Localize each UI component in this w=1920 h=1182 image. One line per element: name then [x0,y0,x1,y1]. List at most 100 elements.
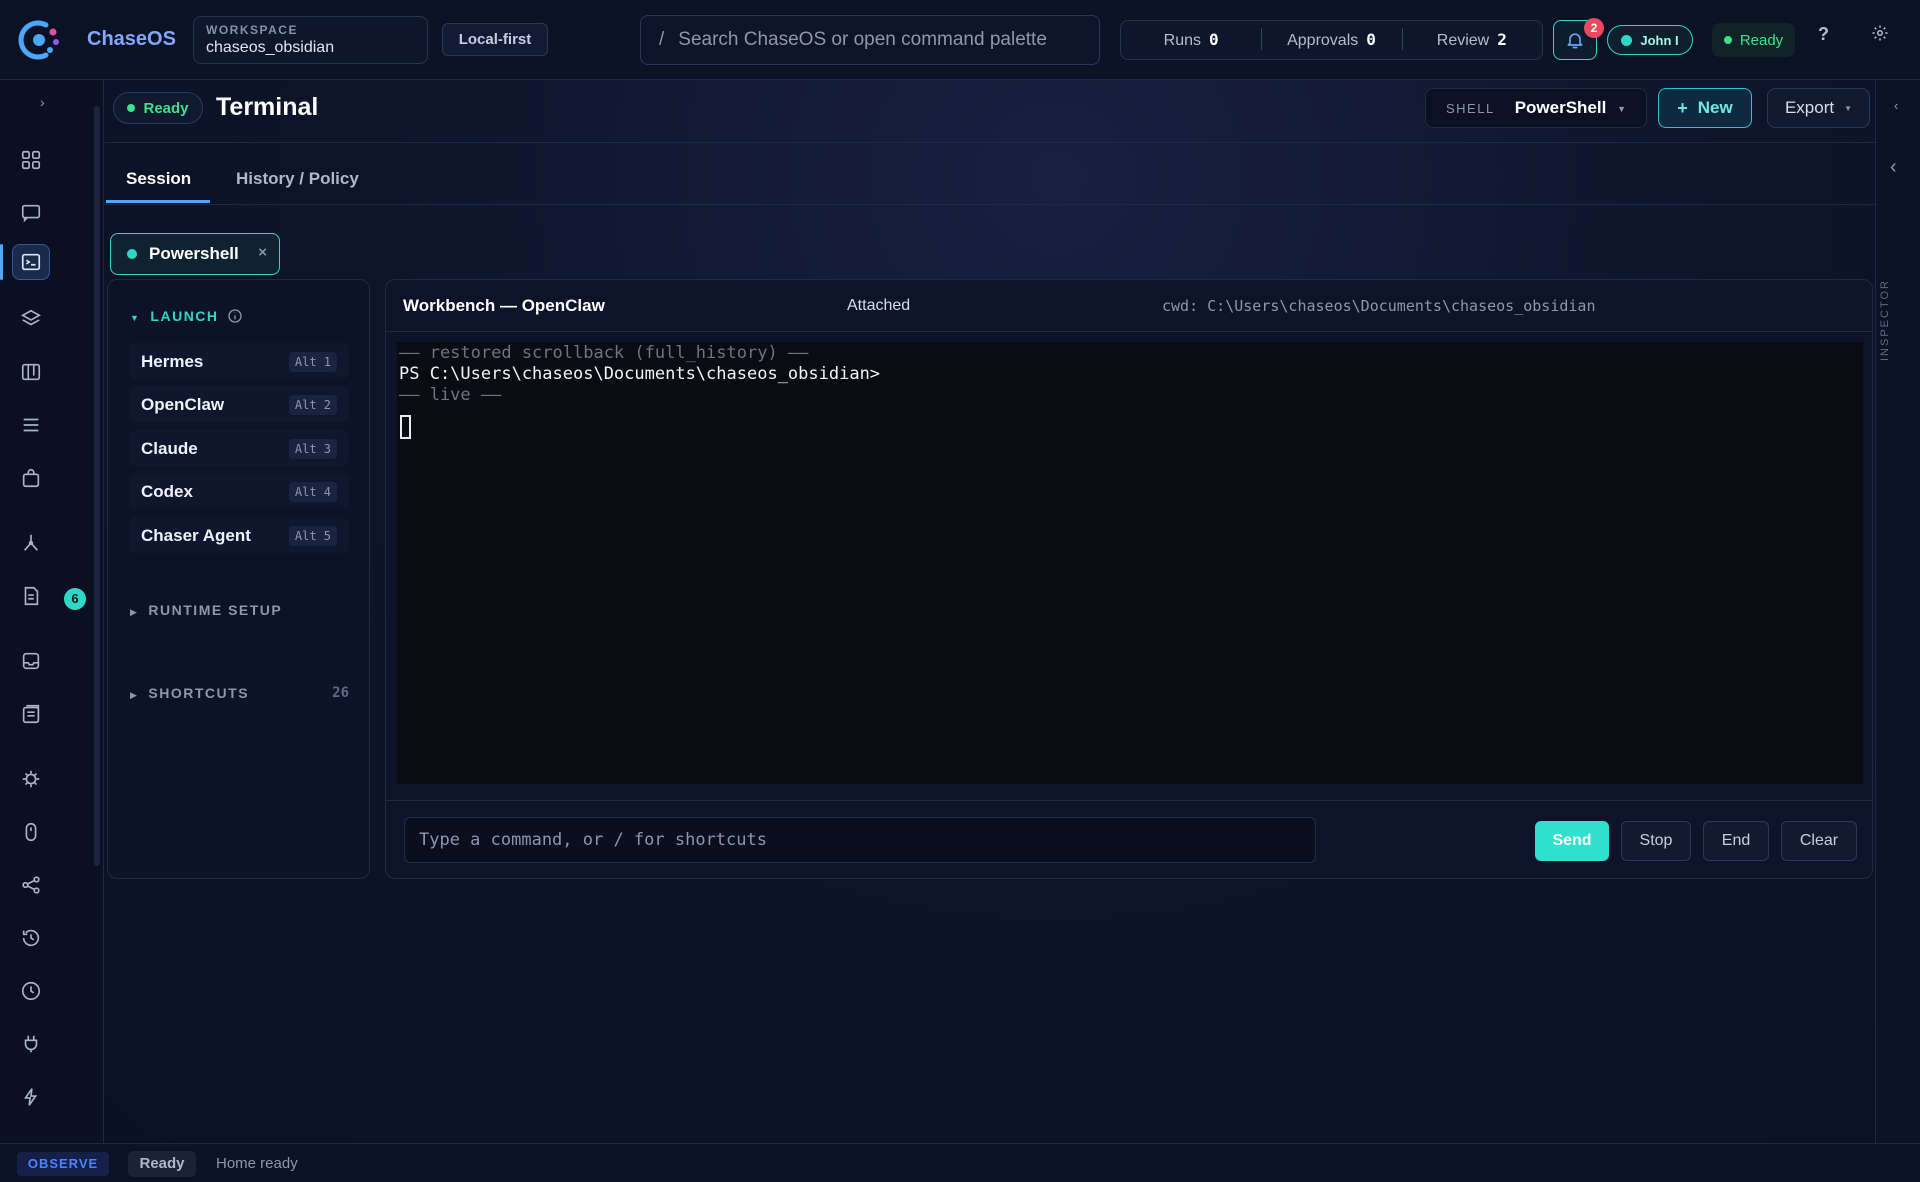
shell-value: PowerShell [1514,98,1607,117]
launch-title: LAUNCH [150,308,219,324]
shortcuts-count: 26 [332,685,349,701]
command-input[interactable]: Type a command, or / for shortcuts [404,817,1316,863]
workspace-selector[interactable]: WORKSPACE chaseos_obsidian [193,16,428,64]
tab-history-policy[interactable]: History / Policy [236,169,359,189]
bag-icon [22,468,40,488]
local-first-pill[interactable]: Local-first [442,23,548,56]
launch-item-chaser-agent[interactable]: Chaser Agent Alt 5 [129,517,349,553]
launch-item-hermes[interactable]: Hermes Alt 1 [129,343,349,379]
launch-item-name: Chaser Agent [141,526,251,545]
user-status-dot [1621,34,1633,46]
rail-scrollbar[interactable] [92,92,100,1132]
rail-plug[interactable] [12,1026,50,1062]
send-button[interactable]: Send [1535,821,1609,861]
rail-notes[interactable] [12,696,50,732]
user-name: John I [1640,32,1679,48]
stat-review-label: Review [1436,32,1490,49]
clear-button[interactable]: Clear [1781,821,1857,861]
mode-badge[interactable]: OBSERVE [17,1152,109,1176]
info-icon[interactable] [227,308,243,324]
collapse-chevron-icon[interactable]: ‹ [1894,98,1898,113]
rail-cpu[interactable] [12,761,50,797]
workspace-name: chaseos_obsidian [206,39,335,56]
shell-select[interactable]: SHELL PowerShell ▼ [1425,88,1647,128]
notifications-button[interactable]: 2 [1553,18,1604,60]
app-name: ChaseOS [87,28,176,50]
rail-inbox[interactable] [12,643,50,679]
terminal-line-scrollback: —— restored scrollback (full_history) —— [399,343,809,363]
cpu-icon [22,770,40,788]
launch-section-header[interactable]: ▼ LAUNCH [130,308,219,324]
status-dot [127,104,136,112]
rail-history[interactable] [12,920,50,956]
tab-bar: Session History / Policy [106,143,1875,205]
rail-board[interactable] [12,354,50,390]
runtime-setup-section-header[interactable]: ▶ RUNTIME SETUP [130,602,282,618]
launch-item-openclaw[interactable]: OpenClaw Alt 2 [129,386,349,422]
bolt-icon [23,1088,38,1106]
terminal-status-badge: Ready [113,92,203,124]
board-icon [21,363,41,381]
chevron-down-icon: ▼ [1617,104,1626,114]
stat-review[interactable]: Review 2 [1401,28,1542,50]
list-icon [23,418,39,432]
clock-icon [21,981,41,1001]
shortcuts-section-header[interactable]: ▶ SHORTCUTS [130,685,249,701]
terminal-output[interactable]: —— restored scrollback (full_history) ——… [397,342,1863,784]
divider [386,800,1872,801]
session-status-dot [127,249,137,259]
user-menu[interactable]: John I [1607,25,1693,55]
launch-item-name: OpenClaw [141,395,225,414]
rail-share[interactable] [12,867,50,903]
tab-session[interactable]: Session [126,169,191,189]
help-icon[interactable]: ? [1818,24,1829,45]
export-button[interactable]: Export ▼ [1767,88,1870,128]
rail-layers[interactable] [12,301,50,337]
launch-item-name: Hermes [141,352,204,371]
launch-item-claude[interactable]: Claude Alt 3 [129,430,349,466]
stat-approvals-value: 0 [1366,30,1376,49]
workspace-label: WORKSPACE [206,23,298,37]
chaseos-logo-icon[interactable] [16,18,62,62]
history-icon [22,929,40,947]
chat-icon [21,204,41,223]
close-icon[interactable]: × [258,244,267,261]
bell-icon [1567,33,1583,49]
new-session-button[interactable]: + New [1658,88,1752,128]
rail-clock[interactable] [12,973,50,1009]
rail-bag[interactable] [12,460,50,496]
plug-icon [24,1035,38,1053]
settings-gear-icon[interactable] [1871,24,1889,42]
stat-approvals-label: Approvals [1287,32,1359,49]
rail-mouse[interactable] [12,814,50,850]
page-title: Terminal [216,93,319,121]
expand-rail-chevron-icon[interactable]: › [40,94,45,110]
rail-bolt[interactable] [12,1079,50,1115]
rail-graph[interactable] [12,525,50,561]
stats-bar: Runs 0 Approvals 0 Review 2 [1120,20,1543,60]
shell-label: SHELL [1446,100,1495,116]
new-button-label: New [1697,98,1733,117]
terminal-cwd: cwd: C:\Users\chaseos\Documents\chaseos_… [1162,297,1596,315]
stat-approvals[interactable]: Approvals 0 [1261,28,1401,50]
layers-icon [21,309,41,326]
footer-message: Home ready [216,1155,298,1172]
shortcut-hint: Alt 2 [288,395,337,415]
rail-terminal[interactable] [12,244,50,280]
stop-button[interactable]: Stop [1621,821,1691,861]
rail-dashboard[interactable] [12,142,50,178]
terminal-header: Workbench — OpenClaw Attached cwd: C:\Us… [386,280,1872,332]
session-tab-powershell[interactable]: Powershell × [110,233,280,275]
stat-runs-label: Runs [1163,32,1202,49]
stat-runs[interactable]: Runs 0 [1121,30,1261,50]
end-button[interactable]: End [1703,821,1769,861]
rail-list[interactable] [12,407,50,443]
search-input[interactable]: / Search ChaseOS or open command palette [640,15,1100,65]
launch-item-codex[interactable]: Codex Alt 4 [129,473,349,509]
system-status-badge: Ready [1712,23,1795,57]
stat-review-value: 2 [1497,30,1507,49]
rail-chat[interactable] [12,195,50,231]
notification-count-badge: 2 [1584,18,1604,38]
rail-document[interactable] [12,578,50,614]
inspector-toggle-chevron-icon[interactable]: ‹ [1890,156,1897,179]
